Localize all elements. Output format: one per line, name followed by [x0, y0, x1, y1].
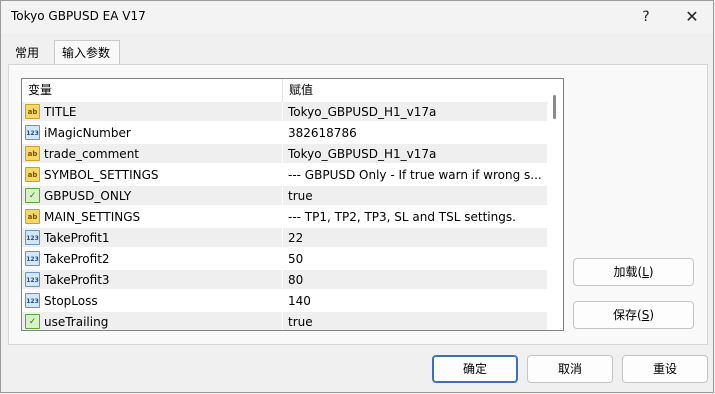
cell-value[interactable]: 22: [283, 228, 547, 248]
window-title: Tokyo GBPUSD EA V17: [11, 9, 146, 23]
string-type-icon: ab: [25, 104, 40, 119]
parameters-grid: 变量 赋值 ab TITLE Tokyo_GBPUSD_H1_v17a 123 iMag…: [21, 78, 564, 331]
cell-variable[interactable]: 123 TakeProfit1: [22, 228, 283, 248]
string-type-icon: ab: [25, 167, 40, 182]
cell-value[interactable]: Tokyo_GBPUSD_H1_v17a: [283, 144, 547, 164]
cell-variable[interactable]: ab SYMBOL_SETTINGS: [22, 165, 283, 185]
boolean-type-icon: ✓: [25, 188, 40, 203]
table-row[interactable]: 123 StopLoss 140: [22, 291, 547, 312]
load-label-close: ): [648, 265, 654, 279]
integer-type-icon: 123: [25, 272, 40, 287]
integer-type-icon: 123: [25, 293, 40, 308]
load-label: 加载(: [613, 265, 643, 279]
vertical-scrollbar[interactable]: [548, 79, 563, 330]
cell-value[interactable]: 80: [283, 270, 547, 290]
table-row[interactable]: 123 TakeProfit2 50: [22, 249, 547, 270]
variable-name: trade_comment: [44, 147, 140, 161]
column-header-value[interactable]: 赋值: [283, 79, 548, 102]
load-button[interactable]: 加载(L): [573, 258, 694, 286]
cell-variable[interactable]: ab MAIN_SETTINGS: [22, 207, 283, 227]
cell-value[interactable]: true: [283, 186, 547, 206]
variable-name: MAIN_SETTINGS: [44, 210, 141, 224]
cell-variable[interactable]: ✓ GBPUSD_ONLY: [22, 186, 283, 206]
string-type-icon: ab: [25, 209, 40, 224]
integer-type-icon: 123: [25, 125, 40, 140]
variable-name: TakeProfit1: [44, 231, 110, 245]
tab-input-parameters[interactable]: 输入参数: [54, 40, 120, 64]
integer-type-icon: 123: [25, 230, 40, 245]
reset-button[interactable]: 重设: [622, 355, 708, 383]
cell-value[interactable]: Tokyo_GBPUSD_H1_v17a: [283, 102, 547, 122]
ok-button[interactable]: 确定: [432, 355, 518, 383]
grid-header: 变量 赋值: [22, 79, 563, 103]
cell-variable[interactable]: ✓ useTrailing: [22, 312, 283, 330]
variable-name: TakeProfit3: [44, 273, 110, 287]
table-row[interactable]: 123 TakeProfit1 22: [22, 228, 547, 249]
save-label: 保存(: [613, 308, 642, 322]
variable-name: SYMBOL_SETTINGS: [44, 168, 159, 182]
variable-name: useTrailing: [44, 315, 109, 329]
help-button[interactable]: ?: [623, 1, 669, 33]
cell-value[interactable]: --- GBPUSD Only - If true warn if wrong …: [283, 165, 547, 185]
table-row[interactable]: ✓ useTrailing true: [22, 312, 547, 330]
save-button[interactable]: 保存(S): [573, 301, 694, 329]
table-row[interactable]: ab TITLE Tokyo_GBPUSD_H1_v17a: [22, 102, 547, 123]
table-row[interactable]: 123 TakeProfit3 80: [22, 270, 547, 291]
scrollbar-thumb[interactable]: [553, 95, 556, 119]
cell-value[interactable]: 382618786: [283, 123, 547, 143]
variable-name: StopLoss: [44, 294, 98, 308]
cell-value[interactable]: true: [283, 312, 547, 330]
table-row[interactable]: 123 iMagicNumber 382618786: [22, 123, 547, 144]
table-row[interactable]: ab SYMBOL_SETTINGS --- GBPUSD Only - If tr…: [22, 165, 547, 186]
variable-name: TITLE: [44, 105, 77, 119]
cell-value[interactable]: 140: [283, 291, 547, 311]
cell-variable[interactable]: 123 iMagicNumber: [22, 123, 283, 143]
table-row[interactable]: ab trade_comment Tokyo_GBPUSD_H1_v17a: [22, 144, 547, 165]
column-header-variable[interactable]: 变量: [22, 79, 283, 102]
close-button[interactable]: ✕: [669, 1, 715, 33]
cell-variable[interactable]: ab trade_comment: [22, 144, 283, 164]
integer-type-icon: 123: [25, 251, 40, 266]
cell-variable[interactable]: 123 TakeProfit3: [22, 270, 283, 290]
variable-name: GBPUSD_ONLY: [44, 189, 132, 203]
tab-common[interactable]: 常用: [8, 43, 48, 64]
string-type-icon: ab: [25, 146, 40, 161]
variable-name: TakeProfit2: [44, 252, 110, 266]
cancel-button[interactable]: 取消: [527, 355, 613, 383]
table-row[interactable]: ab MAIN_SETTINGS --- TP1, TP2, TP3, SL and…: [22, 207, 547, 228]
boolean-type-icon: ✓: [25, 314, 40, 329]
grid-rows: ab TITLE Tokyo_GBPUSD_H1_v17a 123 iMagicNumb…: [22, 102, 547, 330]
title-bar[interactable]: Tokyo GBPUSD EA V17 ? ✕: [1, 1, 713, 33]
load-accelerator: L: [642, 265, 649, 279]
variable-name: iMagicNumber: [44, 126, 131, 140]
cell-variable[interactable]: 123 StopLoss: [22, 291, 283, 311]
cell-variable[interactable]: 123 TakeProfit2: [22, 249, 283, 269]
cell-value[interactable]: 50: [283, 249, 547, 269]
cell-value[interactable]: --- TP1, TP2, TP3, SL and TSL settings.: [283, 207, 547, 227]
save-label-close: ): [649, 308, 654, 322]
table-row[interactable]: ✓ GBPUSD_ONLY true: [22, 186, 547, 207]
cell-variable[interactable]: ab TITLE: [22, 102, 283, 122]
